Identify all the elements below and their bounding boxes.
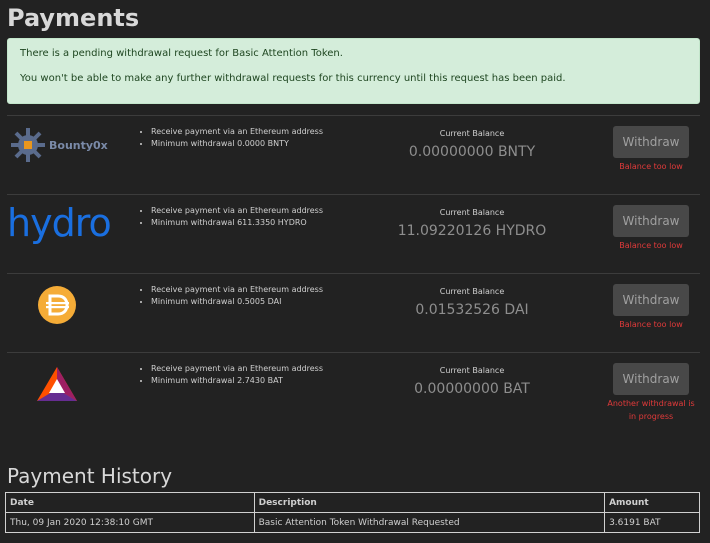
- status-text: Balance too low: [619, 162, 683, 171]
- currency-row-bnty: Bounty0x Receive payment via an Ethereum…: [7, 115, 700, 194]
- column-header-date: Date: [5, 492, 255, 513]
- withdraw-button-bat[interactable]: Withdraw: [613, 363, 689, 395]
- feature-item: Receive payment via an Ethereum address: [151, 205, 323, 217]
- bountyox-logo-text: Bounty0x: [49, 139, 108, 152]
- currency-row-hydro: hydro Receive payment via an Ethereum ad…: [7, 194, 700, 273]
- feature-item: Minimum withdrawal 611.3350 HYDRO: [151, 217, 323, 229]
- feature-item: Minimum withdrawal 0.0000 BNTY: [151, 138, 323, 150]
- currency-row-dai: Receive payment via an Ethereum address …: [7, 273, 700, 352]
- balance-value: 11.09220126 HYDRO: [397, 223, 547, 239]
- bat-logo: [7, 353, 127, 431]
- feature-item: Receive payment via an Ethereum address: [151, 126, 323, 138]
- feature-list: Receive payment via an Ethereum address …: [137, 363, 323, 387]
- table-row: Thu, 09 Jan 2020 12:38:10 GMT Basic Atte…: [5, 512, 700, 533]
- hydro-logo: hydro: [7, 195, 127, 273]
- feature-list: Receive payment via an Ethereum address …: [137, 126, 323, 150]
- balance-value: 0.01532526 DAI: [415, 302, 529, 318]
- feature-item: Receive payment via an Ethereum address: [151, 284, 323, 296]
- feature-item: Minimum withdrawal 0.5005 DAI: [151, 296, 323, 308]
- withdraw-button-dai[interactable]: Withdraw: [613, 284, 689, 316]
- balance-label: Current Balance: [439, 287, 505, 296]
- cell-amount: 3.6191 BAT: [604, 512, 700, 533]
- payment-history-table: Date Description Amount Thu, 09 Jan 2020…: [5, 492, 700, 533]
- currency-row-bat: Receive payment via an Ethereum address …: [7, 352, 700, 431]
- bat-triangle-icon: [37, 367, 77, 401]
- column-header-description: Description: [253, 492, 606, 513]
- hydro-logo-text: hydro: [7, 201, 112, 245]
- page-title: Payments: [7, 4, 140, 32]
- feature-item: Minimum withdrawal 2.7430 BAT: [151, 375, 323, 387]
- currency-list: Bounty0x Receive payment via an Ethereum…: [7, 115, 700, 431]
- dai-logo: [7, 274, 127, 352]
- payment-history-title: Payment History: [7, 464, 173, 488]
- alert-line-2: You won't be able to make any further wi…: [20, 73, 566, 84]
- balance-label: Current Balance: [439, 208, 505, 217]
- feature-list: Receive payment via an Ethereum address …: [137, 205, 323, 229]
- withdraw-button-hydro[interactable]: Withdraw: [613, 205, 689, 237]
- alert-line-1: There is a pending withdrawal request fo…: [20, 48, 343, 59]
- cell-date: Thu, 09 Jan 2020 12:38:10 GMT: [5, 512, 255, 533]
- feature-item: Receive payment via an Ethereum address: [151, 363, 323, 375]
- status-text: Balance too low: [619, 320, 683, 329]
- balance-label: Current Balance: [439, 366, 505, 375]
- feature-list: Receive payment via an Ethereum address …: [137, 284, 323, 308]
- balance-value: 0.00000000 BNTY: [408, 144, 536, 160]
- table-header-row: Date Description Amount: [5, 492, 700, 513]
- pending-withdrawal-alert: There is a pending withdrawal request fo…: [7, 38, 700, 104]
- bountyox-logo: Bounty0x: [7, 116, 127, 194]
- dai-coin-icon: [38, 286, 76, 324]
- bountyox-gear-icon: [11, 128, 45, 162]
- status-text: Balance too low: [619, 241, 683, 250]
- column-header-amount: Amount: [604, 492, 700, 513]
- withdraw-button-bnty[interactable]: Withdraw: [613, 126, 689, 158]
- status-text: Another withdrawal is in progress: [607, 399, 695, 421]
- cell-description: Basic Attention Token Withdrawal Request…: [253, 512, 606, 533]
- balance-value: 0.00000000 BAT: [414, 381, 530, 397]
- balance-label: Current Balance: [439, 129, 505, 138]
